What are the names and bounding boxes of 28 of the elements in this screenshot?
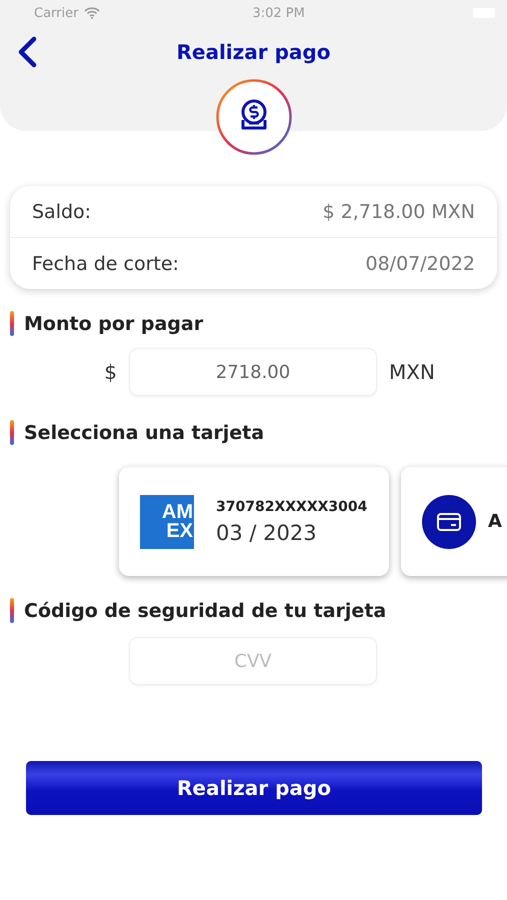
currency-code: MXN <box>389 360 435 384</box>
summary-label: Fecha de corte: <box>32 252 179 274</box>
summary-value: $ 2,718.00 MXN <box>322 200 475 222</box>
submit-button[interactable]: Realizar pago <box>26 761 482 815</box>
section-marker <box>10 598 14 623</box>
summary-label: Saldo: <box>32 200 92 222</box>
currency-symbol: $ <box>103 360 117 384</box>
back-icon[interactable] <box>16 36 38 68</box>
card-label: A <box>488 511 502 532</box>
amex-logo: AM EX <box>140 494 194 548</box>
section-title: Código de seguridad de tu tarjeta <box>24 600 386 622</box>
card-number: 370782XXXXX3004 <box>216 498 368 514</box>
amount-field[interactable]: 2718.00 <box>129 348 377 396</box>
payment-card[interactable]: AM EX 370782XXXXX3004 03 / 2023 <box>119 467 389 576</box>
section-title: Monto por pagar <box>24 312 204 334</box>
section-marker <box>10 420 14 445</box>
wifi-icon <box>84 7 100 19</box>
cvv-field[interactable]: CVV <box>129 637 377 685</box>
carrier-label: Carrier <box>34 6 78 20</box>
credit-card-icon <box>422 494 476 548</box>
card-expiry: 03 / 2023 <box>216 520 318 544</box>
add-card-tile[interactable]: A <box>401 467 507 576</box>
coin-payment-icon <box>216 79 292 155</box>
section-title: Selecciona una tarjeta <box>24 422 264 444</box>
page-title: Realizar pago <box>175 40 332 64</box>
section-marker <box>10 311 14 336</box>
summary-value: 08/07/2022 <box>365 252 475 274</box>
status-time: 3:02 PM <box>252 6 306 20</box>
